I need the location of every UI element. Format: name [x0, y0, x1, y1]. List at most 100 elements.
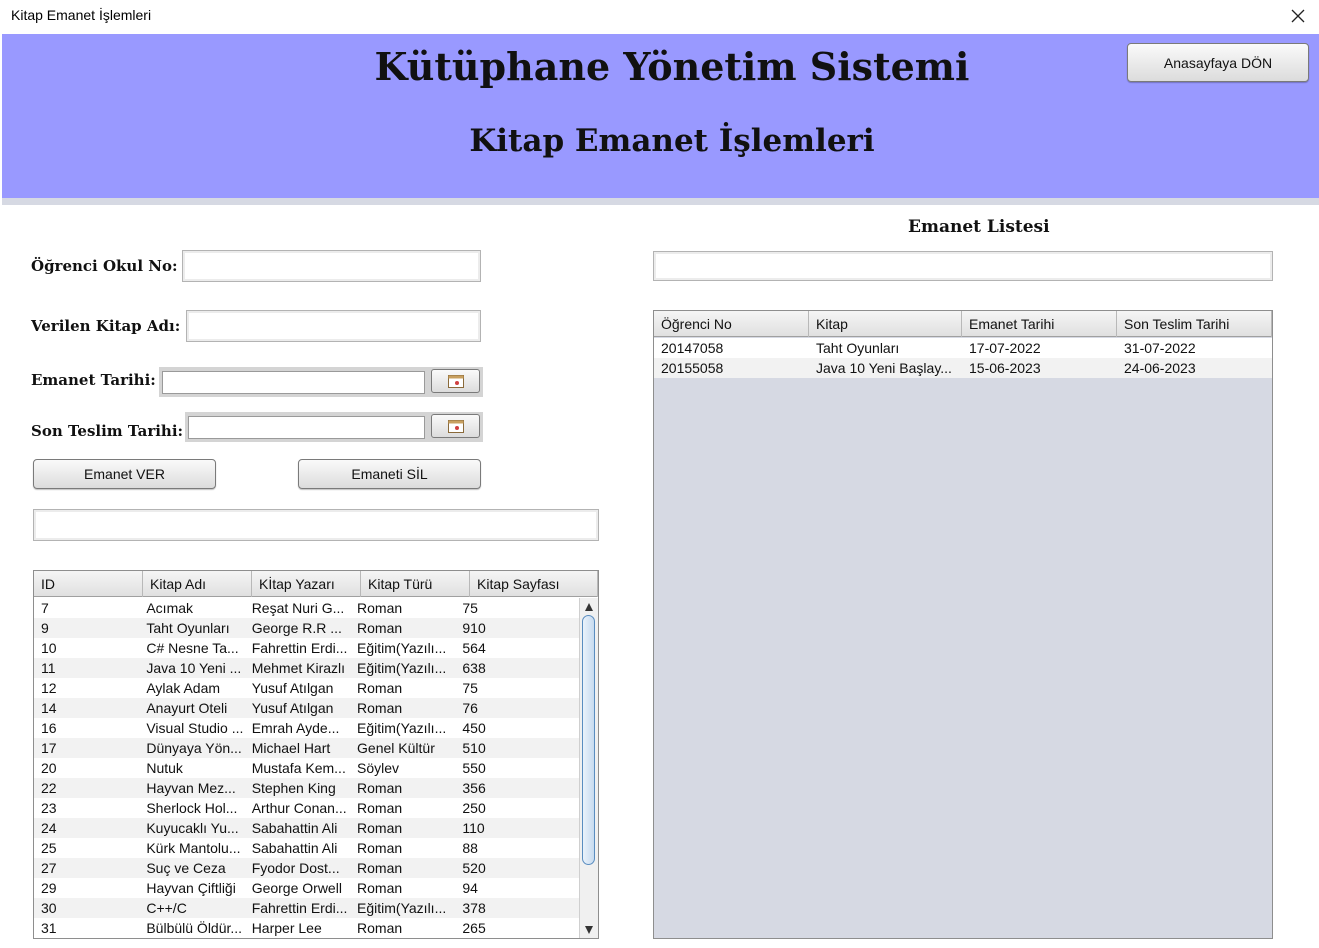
close-icon[interactable] [1284, 2, 1312, 30]
table-row[interactable]: 30 C++/C Fahrettin Erdi... Eğitim(Yazılı...… [34, 898, 579, 918]
table-cell: 75 [462, 600, 478, 616]
student-no-input[interactable] [182, 250, 481, 282]
column-header[interactable]: Kİtap Yazarı [252, 571, 361, 597]
table-cell: 88 [462, 840, 478, 856]
table-cell: Roman [357, 600, 403, 616]
column-header[interactable]: Öğrenci No [654, 311, 809, 337]
scroll-down-icon [585, 926, 593, 934]
table-row[interactable]: 23 Sherlock Hol... Arthur Conan... Roman 250 [34, 798, 579, 818]
column-header[interactable]: ID [34, 571, 143, 597]
table-row[interactable]: 24 Kuyucaklı Yu... Sabahattin Ali Roman 110 [34, 818, 579, 838]
calendar-icon[interactable] [431, 369, 480, 393]
table-cell: 24-06-2023 [1124, 360, 1196, 376]
table-cell: Eğitim(Yazılı... [357, 640, 447, 656]
loans-table-body: 20147058 Taht Oyunları 17-07-2022 31-07-202… [654, 338, 1272, 378]
table-cell: Taht Oyunları [816, 340, 900, 356]
table-row[interactable]: 11 Java 10 Yeni ... Mehmet Kirazlı Eğitim(Y… [34, 658, 579, 678]
table-cell: Roman [357, 620, 403, 636]
table-row[interactable]: 22 Hayvan Mez... Stephen King Roman 356 [34, 778, 579, 798]
table-cell: Arthur Conan... [251, 800, 347, 816]
table-cell: 20147058 [661, 340, 724, 356]
books-table-scrollbar[interactable] [579, 598, 598, 938]
loans-table: Öğrenci No Kitap Emanet Tarihi Son Teslim T… [653, 310, 1273, 939]
table-cell: Reşat Nuri G... [251, 600, 345, 616]
window-title: Kitap Emanet İşlemleri [11, 7, 152, 23]
table-cell: 265 [462, 920, 486, 936]
scrollbar-thumb[interactable] [582, 615, 595, 865]
column-header[interactable]: Kitap [809, 311, 962, 337]
student-no-label: Öğrenci Okul No: [31, 257, 178, 275]
scroll-up-icon [585, 603, 593, 611]
loan-date-input[interactable] [162, 371, 425, 394]
table-cell: Emrah Ayde... [251, 720, 340, 736]
table-row[interactable]: 29 Hayvan Çiftliği George Orwell Roman 94 [34, 878, 579, 898]
table-cell: Roman [357, 880, 403, 896]
table-cell: 20 [41, 760, 57, 776]
loans-search-input[interactable] [653, 251, 1273, 281]
table-cell: Roman [357, 820, 403, 836]
table-cell: Roman [357, 780, 403, 796]
table-cell: Roman [357, 920, 403, 936]
table-row[interactable]: 7 Acımak Reşat Nuri G... Roman 75 [34, 598, 579, 618]
table-cell: 17-07-2022 [969, 340, 1041, 356]
column-header[interactable]: Son Teslim Tarihi [1117, 311, 1272, 337]
table-row[interactable]: 14 Anayurt Oteli Yusuf Atılgan Roman 76 [34, 698, 579, 718]
table-cell: Roman [357, 840, 403, 856]
book-name-input[interactable] [186, 310, 481, 342]
table-cell: 30 [41, 900, 57, 916]
loans-title: Emanet Listesi [908, 217, 1050, 237]
table-cell: Harper Lee [251, 920, 322, 936]
table-cell: C++/C [146, 900, 187, 916]
column-header[interactable]: Kitap Sayfası [470, 571, 598, 597]
table-cell: Sherlock Hol... [146, 800, 238, 816]
table-cell: 27 [41, 860, 57, 876]
calendar-icon[interactable] [431, 414, 480, 438]
table-cell: 76 [462, 700, 478, 716]
table-cell: 31-07-2022 [1124, 340, 1196, 356]
table-row[interactable]: 27 Suç ve Ceza Fyodor Dost... Roman 520 [34, 858, 579, 878]
table-row[interactable]: 17 Dünyaya Yön... Michael Hart Genel Kültür… [34, 738, 579, 758]
table-cell: 510 [462, 740, 486, 756]
books-table: ID Kitap Adı Kİtap Yazarı Kitap Türü Kitap S… [33, 570, 599, 939]
column-header[interactable]: Kitap Türü [361, 571, 470, 597]
table-cell: Taht Oyunları [146, 620, 230, 636]
due-date-input[interactable] [188, 416, 425, 439]
app-title: Kütüphane Yönetim Sistemi [374, 44, 970, 89]
header-banner: Kütüphane Yönetim Sistemi Kitap Emanet İ… [2, 34, 1319, 198]
table-cell: 29 [41, 880, 57, 896]
table-cell: 638 [462, 660, 486, 676]
table-cell: 564 [462, 640, 486, 656]
table-cell: Aylak Adam [146, 680, 221, 696]
table-cell: 356 [462, 780, 486, 796]
column-header[interactable]: Kitap Adı [143, 571, 252, 597]
table-row[interactable]: 31 Bülbülü Öldür... Harper Lee Roman 265 [34, 918, 579, 938]
table-cell: 25 [41, 840, 57, 856]
title-bar: Kitap Emanet İşlemleri [0, 0, 1319, 33]
table-row[interactable]: 9 Taht Oyunları George R.R ... Roman 910 [34, 618, 579, 638]
table-cell: 378 [462, 900, 486, 916]
table-row[interactable]: 16 Visual Studio ... Emrah Ayde... Eğitim(Y… [34, 718, 579, 738]
table-row[interactable]: 10 C# Nesne Ta... Fahrettin Erdi... Eğitim(… [34, 638, 579, 658]
table-cell: Fahrettin Erdi... [251, 900, 348, 916]
table-row[interactable]: 20155058 Java 10 Yeni Başlay... 15-06-2023… [654, 358, 1272, 378]
give-loan-button[interactable]: Emanet VER [33, 459, 216, 489]
table-cell: Java 10 Yeni ... [146, 660, 242, 676]
table-cell: 16 [41, 720, 57, 736]
page-title: Kitap Emanet İşlemleri [469, 123, 875, 159]
column-header[interactable]: Emanet Tarihi [962, 311, 1117, 337]
table-cell: 550 [462, 760, 486, 776]
table-row[interactable]: 20147058 Taht Oyunları 17-07-2022 31-07-202… [654, 338, 1272, 358]
table-cell: Eğitim(Yazılı... [357, 720, 447, 736]
table-cell: Genel Kültür [357, 740, 435, 756]
delete-loan-button[interactable]: Emaneti SİL [298, 459, 481, 489]
book-search-input[interactable] [33, 509, 599, 541]
table-cell: 20155058 [661, 360, 724, 376]
table-row[interactable]: 12 Aylak Adam Yusuf Atılgan Roman 75 [34, 678, 579, 698]
table-row[interactable]: 25 Kürk Mantolu... Sabahattin Ali Roman 88 [34, 838, 579, 858]
table-cell: Java 10 Yeni Başlay... [816, 360, 952, 376]
table-row[interactable]: 20 Nutuk Mustafa Kem... Söylev 550 [34, 758, 579, 778]
home-button[interactable]: Anasayfaya DÖN [1127, 43, 1309, 82]
table-cell: 9 [41, 620, 49, 636]
header-divider [2, 198, 1319, 205]
table-cell: Michael Hart [251, 740, 331, 756]
